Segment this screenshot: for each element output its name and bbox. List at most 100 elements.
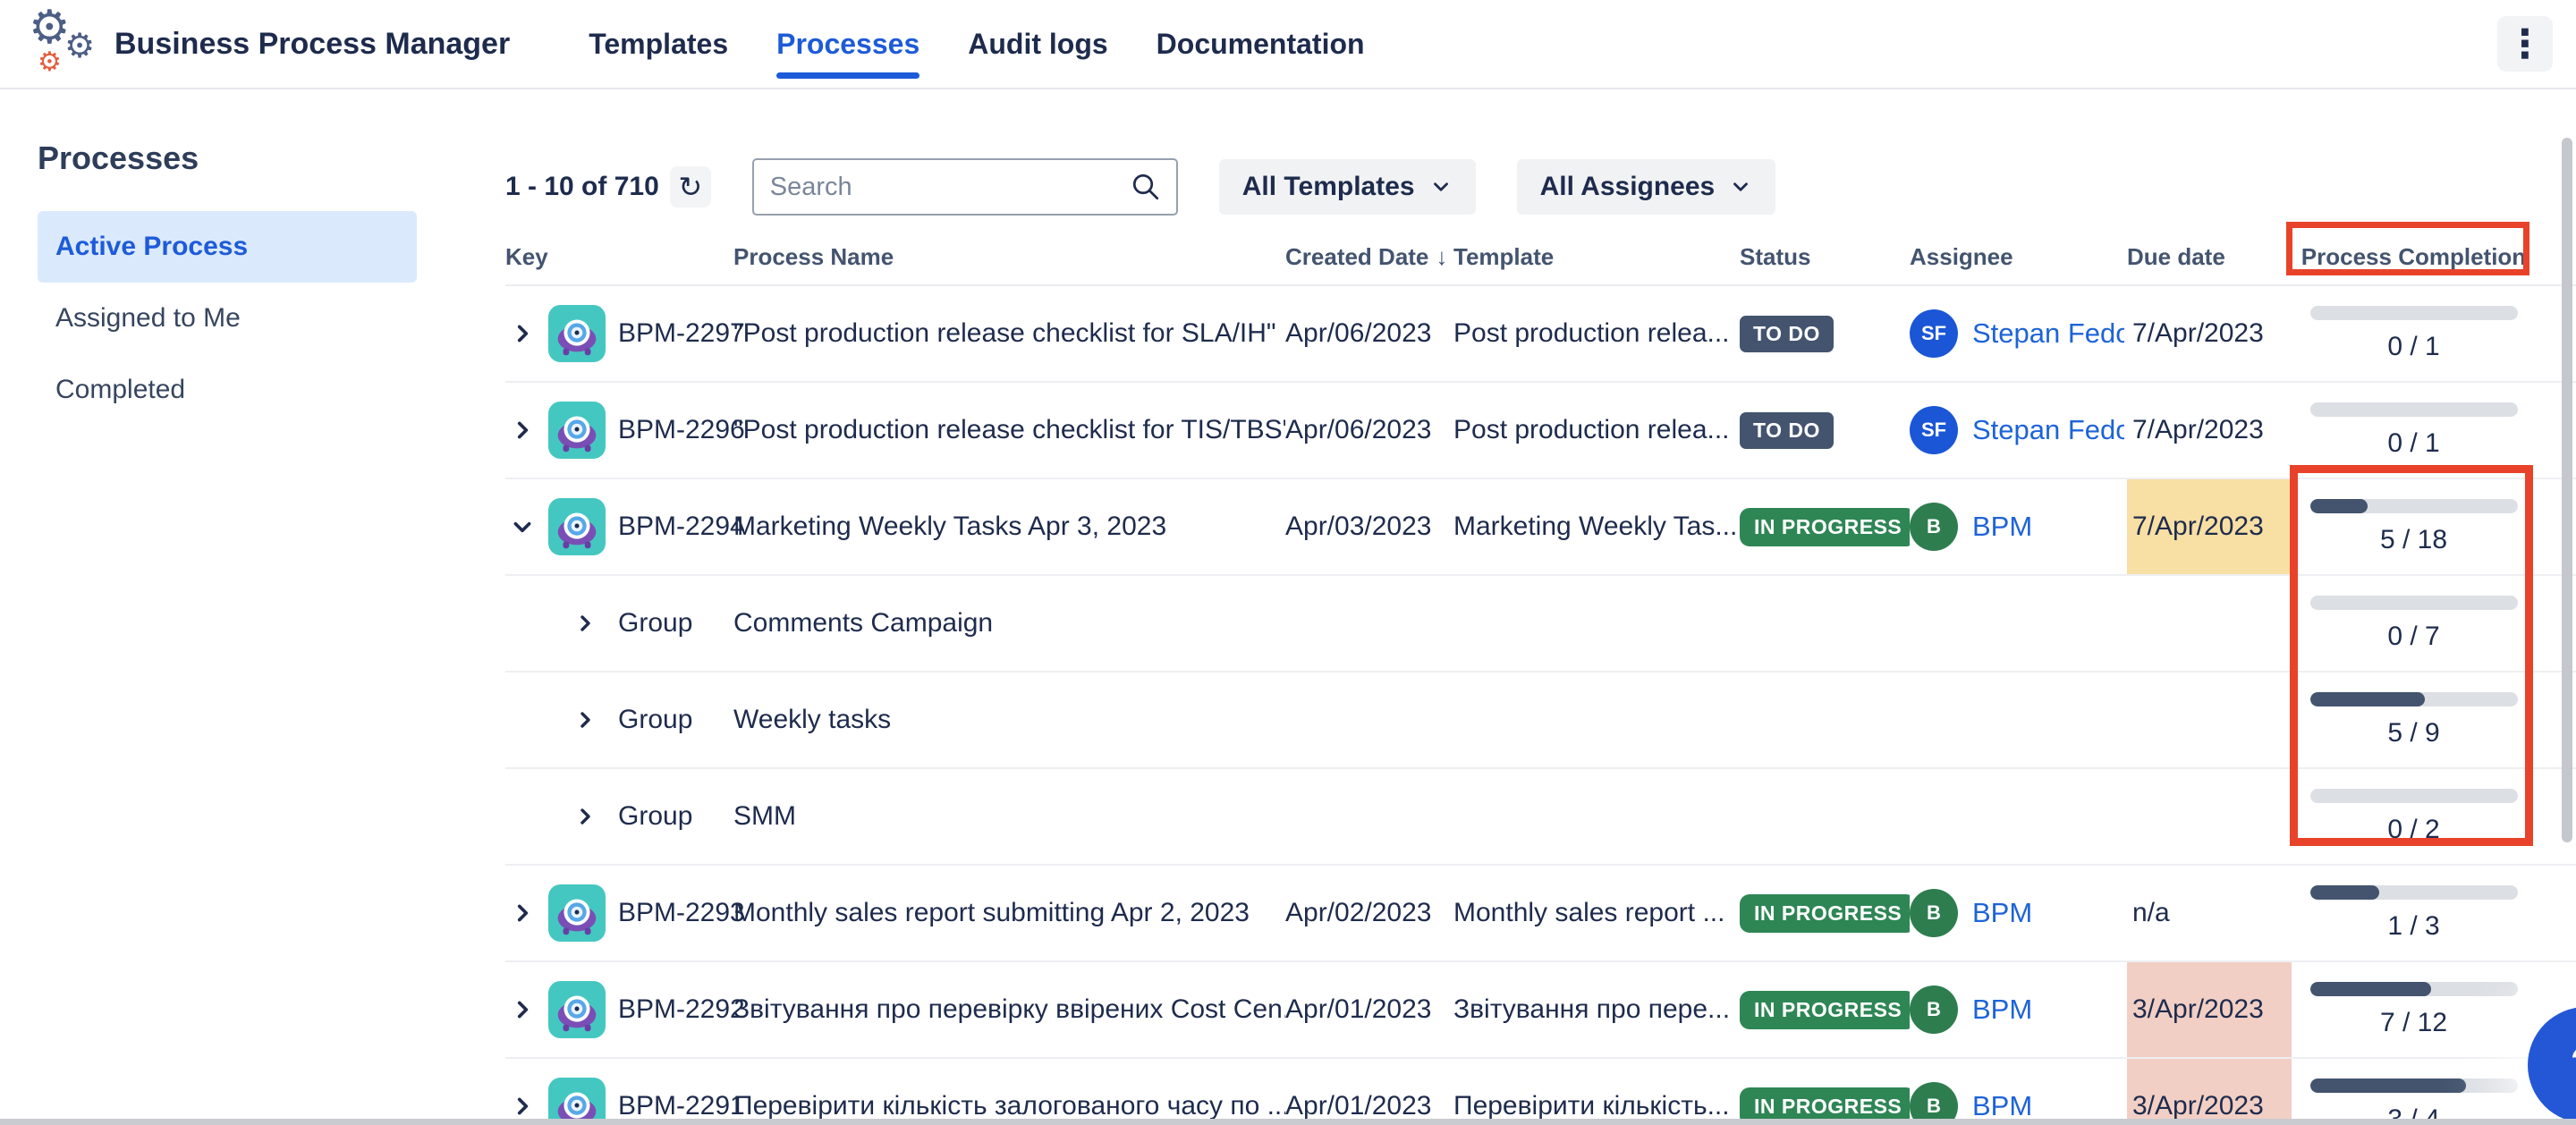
assignee-name: Stepan Fedori (1972, 414, 2124, 446)
chevron-right-icon[interactable] (572, 803, 598, 830)
group-name: SMM (733, 801, 1285, 832)
chevron-right-icon[interactable] (509, 900, 536, 926)
assignees-filter-button[interactable]: All Assignees (1517, 159, 1776, 215)
sidebar-item-assigned-to-me[interactable]: Assigned to Me (38, 283, 417, 354)
template-name: Marketing Weekly Tas... (1453, 512, 1740, 542)
templates-filter-button[interactable]: All Templates (1219, 159, 1476, 215)
col-process-name: Process Name (733, 243, 1285, 271)
status-badge: TO DO (1740, 316, 1834, 352)
col-assignee: Assignee (1910, 243, 2127, 271)
process-key: BPM-2293 (618, 898, 745, 928)
process-key: BPM-2297 (618, 318, 745, 349)
due-date: 3/Apr/2023 (2127, 962, 2292, 1057)
col-created-date[interactable]: Created Date ↓ (1285, 243, 1453, 271)
search-input[interactable] (768, 172, 1130, 203)
process-key: BPM-2291 (618, 1091, 745, 1121)
table-header: Key Process Name Created Date↓ Template … (505, 229, 2576, 286)
progress-bar (2310, 402, 2518, 417)
chevron-right-icon[interactable] (509, 996, 536, 1023)
result-count: 1 - 10 of 710 (505, 172, 659, 202)
chevron-down-icon (1429, 175, 1453, 199)
chevron-down-icon[interactable] (509, 513, 536, 540)
table-row[interactable]: BPM-2292 Звітування про перевірку ввірен… (505, 962, 2576, 1059)
table-row[interactable]: BPM-2294 Marketing Weekly Tasks Apr 3, 2… (505, 479, 2576, 576)
search-box (752, 158, 1178, 216)
chevron-right-icon[interactable] (572, 610, 598, 637)
due-date: n/a (2127, 866, 2292, 960)
sidebar-item-active-process[interactable]: Active Process (38, 211, 417, 283)
avatar: B (1910, 985, 1958, 1034)
more-menu-button[interactable]: ⋮ (2497, 16, 2553, 72)
assignee[interactable]: SF Stepan Fedori (1910, 309, 2127, 358)
table-row-group[interactable]: Group Comments Campaign 0 / 7 (505, 576, 2576, 672)
assignee[interactable]: B BPM (1910, 503, 2127, 551)
tab-templates[interactable]: Templates (589, 0, 728, 88)
assignee-name: BPM (1972, 994, 2032, 1026)
table-row-group[interactable]: Group Weekly tasks 5 / 9 (505, 672, 2576, 769)
completion-fraction: 5 / 9 (2387, 718, 2439, 749)
progress-bar (2310, 499, 2518, 513)
assignee[interactable]: B BPM (1910, 889, 2127, 937)
col-template: Template (1453, 243, 1740, 271)
group-label: Group (618, 608, 692, 639)
window-bottom-edge (0, 1119, 2576, 1125)
chevron-right-icon[interactable] (509, 320, 536, 347)
avatar: B (1910, 503, 1958, 551)
progress-bar (2310, 982, 2518, 996)
app-title: Business Process Manager (114, 27, 510, 62)
process-completion: 0 / 1 (2292, 306, 2536, 362)
primary-nav: Templates Processes Audit logs Documenta… (589, 0, 1412, 88)
table-row-group[interactable]: Group SMM 0 / 2 (505, 769, 2576, 866)
progress-bar (2310, 885, 2518, 900)
chevron-right-icon[interactable] (509, 1093, 536, 1120)
created-date: Apr/01/2023 (1285, 1091, 1453, 1121)
sidebar-item-completed[interactable]: Completed (38, 354, 417, 426)
completion-fraction: 5 / 18 (2380, 525, 2447, 555)
app-logo: ⚙ ⚙ ⚙ (23, 3, 102, 85)
tab-audit-logs[interactable]: Audit logs (968, 0, 1107, 88)
assignee[interactable]: SF Stepan Fedori (1910, 406, 2127, 454)
completion-fraction: 0 / 2 (2387, 815, 2439, 845)
process-name: Перевірити кількість залогованого часу п… (733, 1091, 1285, 1121)
process-icon (548, 981, 606, 1038)
completion-fraction: 0 / 7 (2387, 622, 2439, 652)
refresh-button[interactable]: ↻ (670, 166, 711, 207)
assignees-filter-label: All Assignees (1540, 172, 1716, 202)
completion-fraction: 1 / 3 (2387, 911, 2439, 942)
process-key: BPM-2292 (618, 994, 745, 1025)
progress-bar (2310, 1078, 2518, 1093)
chevron-right-icon[interactable] (572, 706, 598, 733)
main-panel: 1 - 10 of 710 ↻ All Templates (505, 89, 2576, 1123)
sidebar: Processes Active Process Assigned to Me … (0, 89, 505, 1123)
search-icon (1130, 171, 1162, 203)
due-date: 7/Apr/2023 (2127, 479, 2292, 574)
toolbar: 1 - 10 of 710 ↻ All Templates (505, 157, 2576, 216)
created-date: Apr/06/2023 (1285, 318, 1453, 349)
tab-documentation[interactable]: Documentation (1157, 0, 1365, 88)
vertical-scrollbar[interactable] (2562, 138, 2572, 842)
top-bar: ⚙ ⚙ ⚙ Business Process Manager Templates… (0, 0, 2576, 89)
tab-processes[interactable]: Processes (776, 0, 919, 88)
process-completion: 7 / 12 (2292, 982, 2536, 1038)
table-row[interactable]: BPM-2291 Перевірити кількість залоговано… (505, 1059, 2576, 1125)
chevron-right-icon[interactable] (509, 417, 536, 444)
due-date: 7/Apr/2023 (2127, 383, 2292, 478)
due-date: 7/Apr/2023 (2127, 286, 2292, 381)
table-row[interactable]: BPM-2293 Monthly sales report submitting… (505, 866, 2576, 962)
table-row[interactable]: BPM-2296 "Post production release checkl… (505, 383, 2576, 479)
sort-desc-icon: ↓ (1436, 243, 1447, 270)
group-name: Comments Campaign (733, 608, 1285, 639)
col-status: Status (1740, 243, 1910, 271)
process-icon (548, 498, 606, 555)
col-process-completion: Process Completion (2292, 243, 2536, 271)
col-due-date: Due date (2127, 243, 2292, 271)
table-row[interactable]: BPM-2297 "Post production release checkl… (505, 286, 2576, 383)
process-completion: 0 / 2 (2292, 789, 2536, 845)
sidebar-title: Processes (38, 140, 505, 177)
group-name: Weekly tasks (733, 705, 1285, 735)
completion-fraction: 0 / 1 (2387, 332, 2439, 362)
due-date: 3/Apr/2023 (2127, 1059, 2292, 1125)
assignee[interactable]: B BPM (1910, 985, 2127, 1034)
created-date-label: Created Date (1285, 243, 1428, 270)
process-completion: 5 / 9 (2292, 692, 2536, 749)
